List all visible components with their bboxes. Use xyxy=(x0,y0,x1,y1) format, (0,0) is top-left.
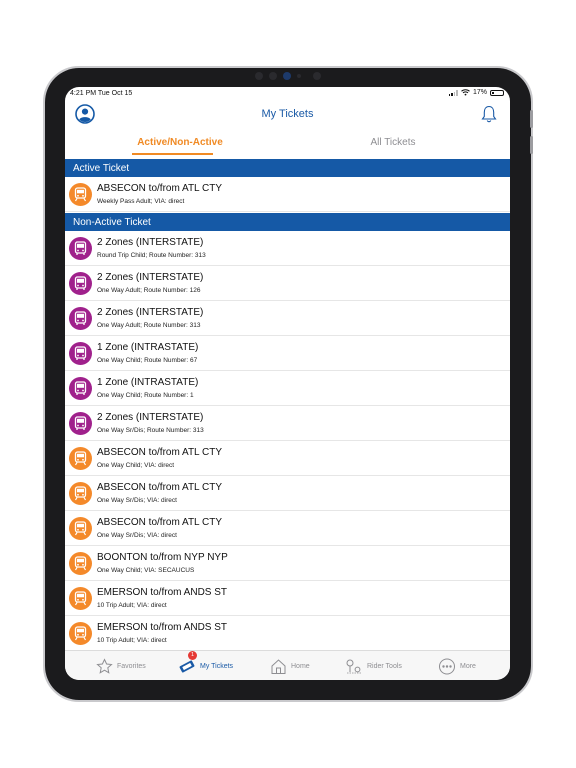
tabbar-label: My Tickets xyxy=(200,662,234,670)
camera-dot xyxy=(313,72,321,80)
ticket-title: 2 Zones (INTERSTATE) xyxy=(97,237,204,248)
ticket-subtitle: One Way Child; Route Number: 67 xyxy=(97,357,198,364)
ticket-subtitle: One Way Sr/Dis; VIA: direct xyxy=(97,532,177,539)
segment-tabs: Active/Non-Active All Tickets xyxy=(65,133,510,159)
train-icon xyxy=(69,183,92,206)
ticket-count-badge: 1 xyxy=(188,651,197,660)
camera-dot xyxy=(269,72,277,80)
ticket-icon xyxy=(179,659,195,673)
star-icon xyxy=(96,657,113,674)
ticket-title: EMERSON to/from ANDS ST xyxy=(97,622,228,633)
tabbar-label: More xyxy=(460,662,476,670)
tabbar-home[interactable]: Home xyxy=(270,655,310,677)
tabbar-label: Favorites xyxy=(117,662,146,670)
status-bar: 4:21 PM Tue Oct 15 17% xyxy=(65,87,510,101)
camera-sensor xyxy=(297,74,301,78)
camera-lens xyxy=(283,72,291,80)
bus-icon xyxy=(69,342,92,365)
train-icon xyxy=(69,447,92,470)
ticket-subtitle: One Way Adult; Route Number: 313 xyxy=(97,322,201,329)
train-icon xyxy=(69,482,92,505)
ticket-subtitle: One Way Child; Route Number: 1 xyxy=(97,392,194,399)
ticket-title: BOONTON to/from NYP NYP xyxy=(97,552,228,563)
ticket-row[interactable]: ABSECON to/from ATL CTY One Way Sr/Dis; V… xyxy=(65,476,510,511)
section-header-non-active: Non-Active Ticket xyxy=(65,213,510,231)
ticket-subtitle: One Way Sr/Dis; Route Number: 313 xyxy=(97,427,204,434)
tab-all-tickets[interactable]: All Tickets xyxy=(293,137,493,148)
ticket-row[interactable]: ABSECON to/from ATL CTY Weekly Pass Adult… xyxy=(65,177,510,212)
cellular-signal-icon xyxy=(448,89,458,96)
train-icon xyxy=(69,622,92,645)
battery-icon xyxy=(490,89,504,96)
bell-icon[interactable] xyxy=(480,104,498,124)
ticket-row[interactable]: 1 Zone (INTRASTATE) One Way Child; Route … xyxy=(65,371,510,406)
ticket-title: 2 Zones (INTERSTATE) xyxy=(97,412,204,423)
wifi-icon xyxy=(461,89,470,96)
ticket-subtitle: One Way Adult; Route Number: 126 xyxy=(97,287,201,294)
status-indicators: 17% xyxy=(448,89,504,96)
ticket-title: 1 Zone (INTRASTATE) xyxy=(97,377,199,388)
section-header-active: Active Ticket xyxy=(65,159,510,177)
tabbar-favorites[interactable]: Favorites xyxy=(96,655,146,677)
bus-icon xyxy=(69,412,92,435)
bus-icon xyxy=(69,272,92,295)
ticket-row[interactable]: EMERSON to/from ANDS ST 10 Trip Adult; VI… xyxy=(65,581,510,616)
ticket-title: ABSECON to/from ATL CTY xyxy=(97,447,223,458)
ticket-title: 1 Zone (INTRASTATE) xyxy=(97,342,199,353)
app-screen: 4:21 PM Tue Oct 15 17% My Tickets Active… xyxy=(65,87,510,680)
bus-icon xyxy=(69,377,92,400)
ticket-subtitle: One Way Child; VIA: SECAUCUS xyxy=(97,567,195,574)
more-icon xyxy=(439,658,455,674)
bottom-tab-bar: Favorites 1 My Tickets Home Rider Tools … xyxy=(65,650,510,680)
ticket-row[interactable]: BOONTON to/from NYP NYP One Way Child; VI… xyxy=(65,546,510,581)
ticket-row[interactable]: 2 Zones (INTERSTATE) One Way Adult; Route… xyxy=(65,266,510,301)
ticket-subtitle: 10 Trip Adult; VIA: direct xyxy=(97,602,167,609)
ticket-row[interactable]: 1 Zone (INTRASTATE) One Way Child; Route … xyxy=(65,336,510,371)
tab-underline xyxy=(132,153,213,155)
ticket-title: ABSECON to/from ATL CTY xyxy=(97,183,223,194)
ticket-title: ABSECON to/from ATL CTY xyxy=(97,517,223,528)
ticket-row[interactable]: 2 Zones (INTERSTATE) One Way Adult; Route… xyxy=(65,301,510,336)
map-pin-icon xyxy=(346,659,361,673)
ticket-row[interactable]: 2 Zones (INTERSTATE) One Way Sr/Dis; Rout… xyxy=(65,406,510,441)
camera-dot xyxy=(255,72,263,80)
ticket-subtitle: 10 Trip Adult; VIA: direct xyxy=(97,637,167,644)
ticket-title: EMERSON to/from ANDS ST xyxy=(97,587,228,598)
ticket-subtitle: Round Trip Child; Route Number: 313 xyxy=(97,252,206,259)
tabbar-label: Rider Tools xyxy=(367,662,402,670)
device-side-button xyxy=(530,110,533,128)
status-time: 4:21 PM Tue Oct 15 xyxy=(70,90,133,97)
ticket-row[interactable]: EMERSON to/from ANDS ST 10 Trip Adult; VI… xyxy=(65,616,510,651)
tabbar-more[interactable]: More xyxy=(438,655,476,677)
ticket-subtitle: One Way Sr/Dis; VIA: direct xyxy=(97,497,177,504)
train-icon xyxy=(69,552,92,575)
train-icon xyxy=(69,517,92,540)
battery-percent: 17% xyxy=(472,89,487,96)
ticket-subtitle: One Way Child; VIA: direct xyxy=(97,462,175,469)
ticket-title: 2 Zones (INTERSTATE) xyxy=(97,272,204,283)
bus-icon xyxy=(69,307,92,330)
tabbar-my-tickets[interactable]: 1 My Tickets xyxy=(178,651,234,677)
ticket-row[interactable]: ABSECON to/from ATL CTY One Way Sr/Dis; V… xyxy=(65,511,510,546)
page-title: My Tickets xyxy=(261,108,314,120)
home-icon xyxy=(271,658,286,674)
tab-active-non-active[interactable]: Active/Non-Active xyxy=(80,137,280,148)
ticket-row[interactable]: 2 Zones (INTERSTATE) Round Trip Child; R… xyxy=(65,231,510,266)
bus-icon xyxy=(69,237,92,260)
ticket-title: ABSECON to/from ATL CTY xyxy=(97,482,223,493)
tabbar-rider-tools[interactable]: Rider Tools xyxy=(345,655,402,677)
train-icon xyxy=(69,587,92,610)
ticket-title: 2 Zones (INTERSTATE) xyxy=(97,307,204,318)
tabbar-label: Home xyxy=(291,662,310,670)
ticket-subtitle: Weekly Pass Adult; VIA: direct xyxy=(97,198,185,205)
device-side-button xyxy=(530,136,533,154)
ticket-row[interactable]: ABSECON to/from ATL CTY One Way Child; VI… xyxy=(65,441,510,476)
nav-bar: My Tickets xyxy=(65,101,510,129)
